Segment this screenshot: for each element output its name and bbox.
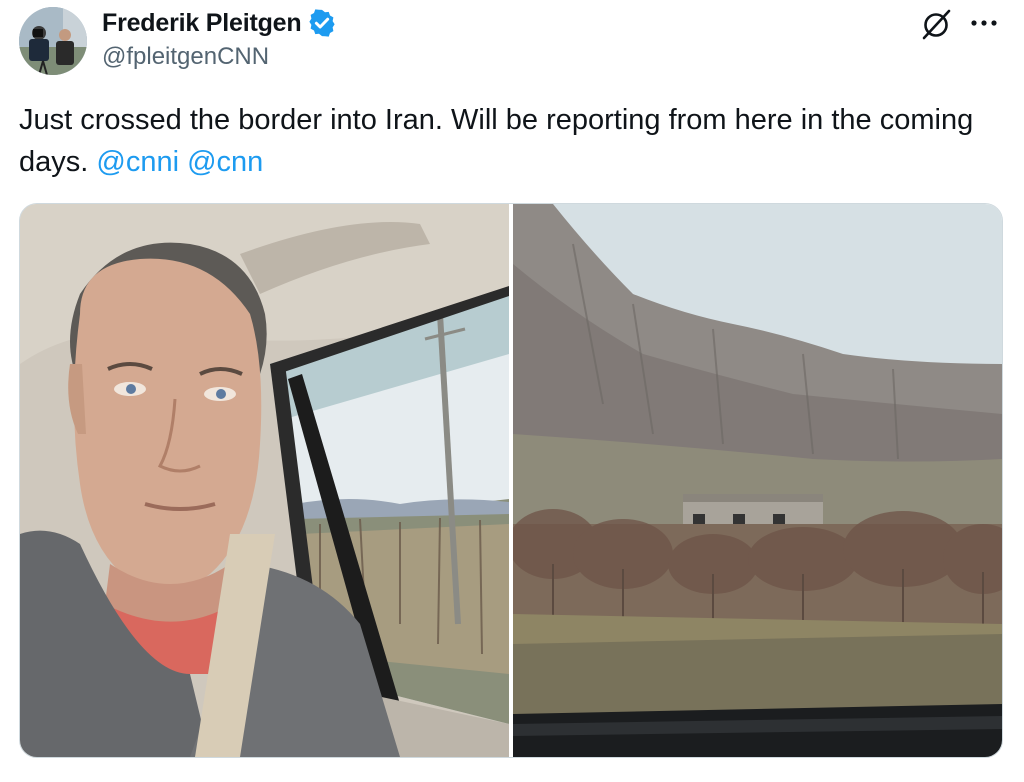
avatar[interactable] bbox=[19, 7, 87, 75]
grok-icon[interactable] bbox=[918, 6, 954, 42]
tweet-text: Just crossed the border into Iran. Will … bbox=[19, 99, 999, 183]
photo-selfie[interactable] bbox=[20, 204, 509, 757]
verified-badge-icon bbox=[307, 8, 337, 38]
author-header: Frederik Pleitgen @fpleitgenCNN bbox=[102, 6, 337, 71]
more-options-icon[interactable] bbox=[966, 9, 1002, 37]
photo-landscape[interactable] bbox=[513, 204, 1002, 757]
tweet-card: Frederik Pleitgen @fpleitgenCNN Just cro… bbox=[0, 0, 1024, 782]
media-grid bbox=[19, 203, 1003, 758]
mention-cnn[interactable]: @cnn bbox=[187, 146, 263, 178]
name-row: Frederik Pleitgen bbox=[102, 6, 337, 40]
mention-cnni[interactable]: @cnni bbox=[96, 146, 179, 178]
author-name[interactable]: Frederik Pleitgen bbox=[102, 9, 302, 38]
author-handle[interactable]: @fpleitgenCNN bbox=[102, 43, 337, 71]
